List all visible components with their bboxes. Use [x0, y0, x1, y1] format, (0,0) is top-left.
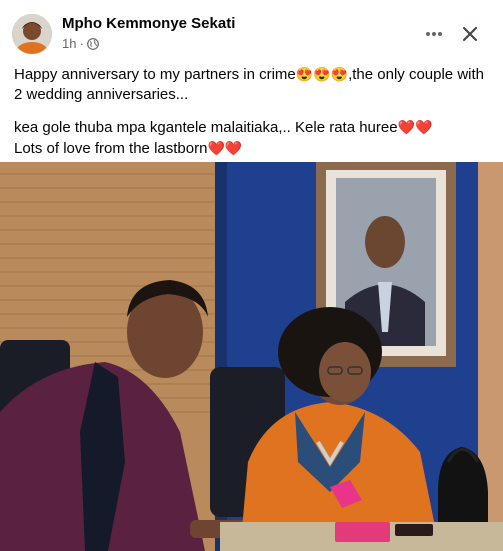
close-icon [462, 26, 478, 42]
avatar-image [12, 14, 52, 54]
author-avatar[interactable] [12, 14, 52, 54]
photo-image [0, 162, 503, 551]
post-text-line3: Lots of love from the lastborn❤️❤️ [14, 140, 243, 157]
post-text: Happy anniversary to my partners in crim… [14, 64, 494, 159]
post-meta: 1h · [62, 36, 99, 51]
heart-emoji: ❤️❤️ [207, 140, 243, 156]
post-time[interactable]: 1h [62, 36, 76, 51]
post-header: Mpho Kemmonye Sekati 1h · [0, 0, 503, 60]
close-button[interactable] [452, 16, 488, 52]
author-name[interactable]: Mpho Kemmonye Sekati [62, 15, 235, 32]
more-options-button[interactable] [416, 16, 452, 52]
globe-icon[interactable] [86, 37, 99, 50]
post-text-line1: Happy anniversary to my partners in crim… [14, 66, 484, 103]
heart-emoji: ❤️❤️ [397, 119, 433, 135]
meta-separator: · [79, 36, 84, 51]
post-photo[interactable] [0, 162, 503, 551]
post-text-line2: kea gole thuba mpa kgantele malaitiaka,.… [14, 119, 433, 136]
facebook-post: Mpho Kemmonye Sekati 1h · Happy annivers… [0, 0, 503, 551]
more-horizontal-icon [426, 32, 442, 36]
heart-eyes-emoji: 😍😍😍 [295, 66, 349, 82]
